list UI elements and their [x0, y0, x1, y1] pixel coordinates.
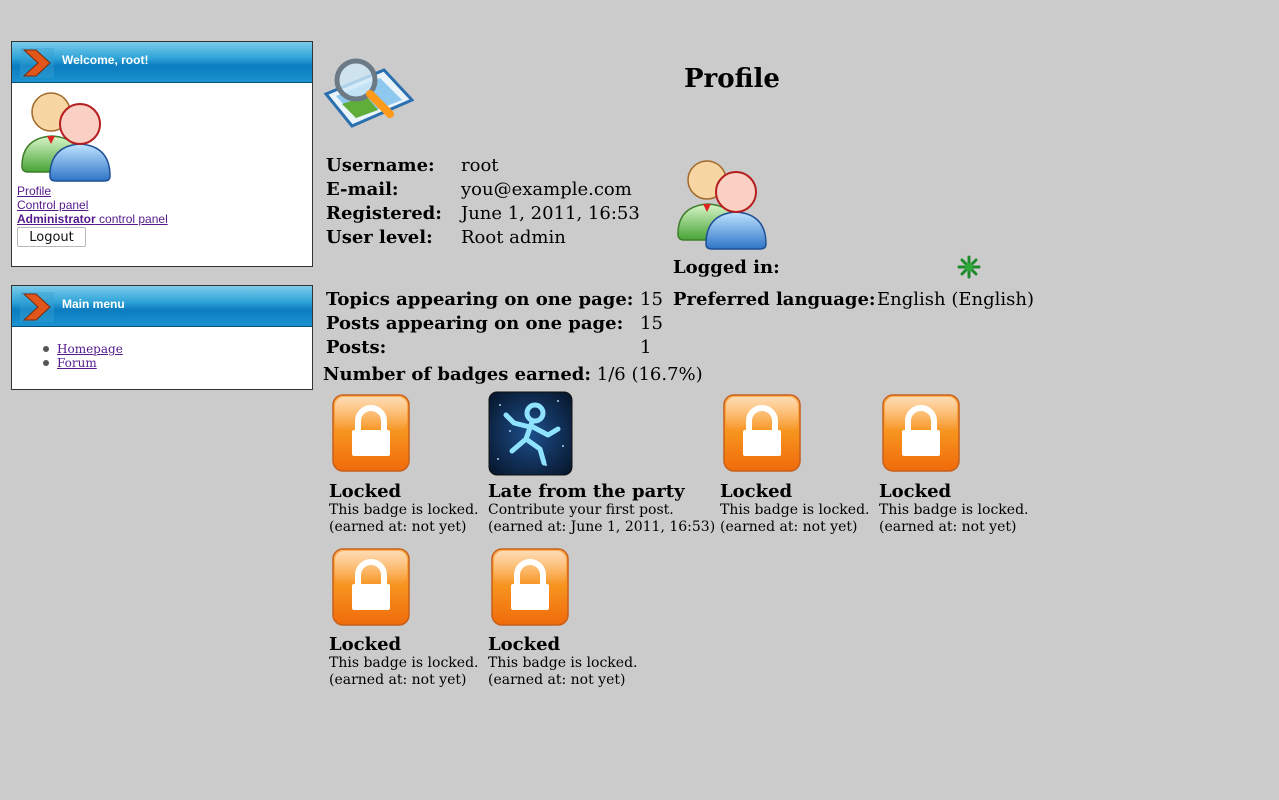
- profile-magnifier-icon: [323, 58, 414, 128]
- badge-description: Contribute your first post.: [488, 502, 674, 518]
- page-title: Profile: [684, 64, 780, 94]
- badge-card: Locked This badge is locked. (earned at:…: [879, 481, 1028, 536]
- homepage-link[interactable]: Homepage: [57, 342, 123, 356]
- users-avatar-icon: [18, 90, 114, 182]
- admin-link-rest: control panel: [95, 212, 168, 226]
- topics-per-page-value: 15: [640, 289, 663, 310]
- badge-card: Late from the party Contribute your firs…: [488, 481, 715, 536]
- posts-value: 1: [640, 337, 652, 358]
- chevron-right-icon: [20, 48, 54, 78]
- badge-earned: (earned at: not yet): [879, 519, 1017, 535]
- lock-icon: [331, 547, 411, 627]
- badge-card: Locked This badge is locked. (earned at:…: [329, 481, 478, 536]
- registered-label: Registered:: [326, 203, 442, 224]
- lock-icon: [722, 393, 802, 473]
- user-panel-header: Welcome, root!: [12, 42, 312, 83]
- topics-per-page-label: Topics appearing on one page:: [326, 289, 634, 310]
- badge-earned: (earned at: not yet): [329, 672, 467, 688]
- user-avatar-icon: [674, 158, 770, 250]
- posts-per-page-label: Posts appearing on one page:: [326, 313, 624, 334]
- main-menu-title: Main menu: [62, 297, 125, 311]
- online-status-icon: [957, 255, 981, 279]
- menu-item-homepage: Homepage: [43, 342, 123, 356]
- chevron-right-icon: [20, 292, 54, 322]
- badge-earned: (earned at: not yet): [329, 519, 467, 535]
- language-value: English (English): [877, 289, 1034, 310]
- badge-earned: (earned at: not yet): [488, 672, 626, 688]
- admin-label: Administrator: [17, 212, 96, 226]
- main-menu-list: Homepage Forum: [12, 342, 123, 370]
- main-menu-header: Main menu: [12, 286, 312, 327]
- user-panel-title: Welcome, root!: [62, 53, 149, 67]
- badge-card: Locked This badge is locked. (earned at:…: [720, 481, 869, 536]
- menu-item-forum: Forum: [43, 356, 123, 370]
- lock-icon: [881, 393, 961, 473]
- badge-title: Locked: [879, 481, 952, 502]
- logout-button[interactable]: Logout: [17, 227, 86, 247]
- badges-summary: Number of badges earned: 1/6 (16.7%): [323, 364, 703, 385]
- main-menu-panel: Main menu Homepage Forum: [11, 285, 313, 390]
- badge-description: This badge is locked.: [329, 655, 479, 671]
- badge-description: This badge is locked.: [329, 502, 479, 518]
- posts-per-page-value: 15: [640, 313, 663, 334]
- badge-title: Locked: [720, 481, 793, 502]
- badge-earned: (earned at: not yet): [720, 519, 858, 535]
- badge-description: This badge is locked.: [720, 502, 870, 518]
- admin-control-panel-link[interactable]: Administrator control panel: [17, 212, 168, 226]
- email-value: you@example.com: [461, 179, 632, 200]
- forum-link[interactable]: Forum: [57, 356, 97, 370]
- badge-card: Locked This badge is locked. (earned at:…: [488, 634, 637, 689]
- posts-label: Posts:: [326, 337, 387, 358]
- badge-title: Locked: [329, 634, 402, 655]
- lock-icon: [331, 393, 411, 473]
- profile-link[interactable]: Profile: [17, 184, 51, 198]
- user-panel: Welcome, root! Profile Control panel Adm…: [11, 41, 313, 267]
- astronaut-icon: [488, 391, 573, 476]
- logged-in-label: Logged in:: [673, 257, 780, 278]
- badge-earned: (earned at: June 1, 2011, 16:53): [488, 519, 716, 535]
- username-label: Username:: [326, 155, 435, 176]
- user-level-label: User level:: [326, 227, 433, 248]
- badge-description: This badge is locked.: [488, 655, 638, 671]
- badges-summary-label: Number of badges earned:: [323, 364, 592, 385]
- user-level-value: Root admin: [461, 227, 566, 248]
- control-panel-link[interactable]: Control panel: [17, 198, 88, 212]
- badge-description: This badge is locked.: [879, 502, 1029, 518]
- badge-title: Late from the party: [488, 481, 685, 502]
- language-label: Preferred language:: [673, 289, 876, 310]
- username-value: root: [461, 155, 499, 176]
- badge-title: Locked: [488, 634, 561, 655]
- lock-icon: [490, 547, 570, 627]
- badges-summary-value: 1/6 (16.7%): [596, 364, 703, 385]
- badge-title: Locked: [329, 481, 402, 502]
- registered-value: June 1, 2011, 16:53: [461, 203, 640, 224]
- email-label: E-mail:: [326, 179, 399, 200]
- badge-card: Locked This badge is locked. (earned at:…: [329, 634, 478, 689]
